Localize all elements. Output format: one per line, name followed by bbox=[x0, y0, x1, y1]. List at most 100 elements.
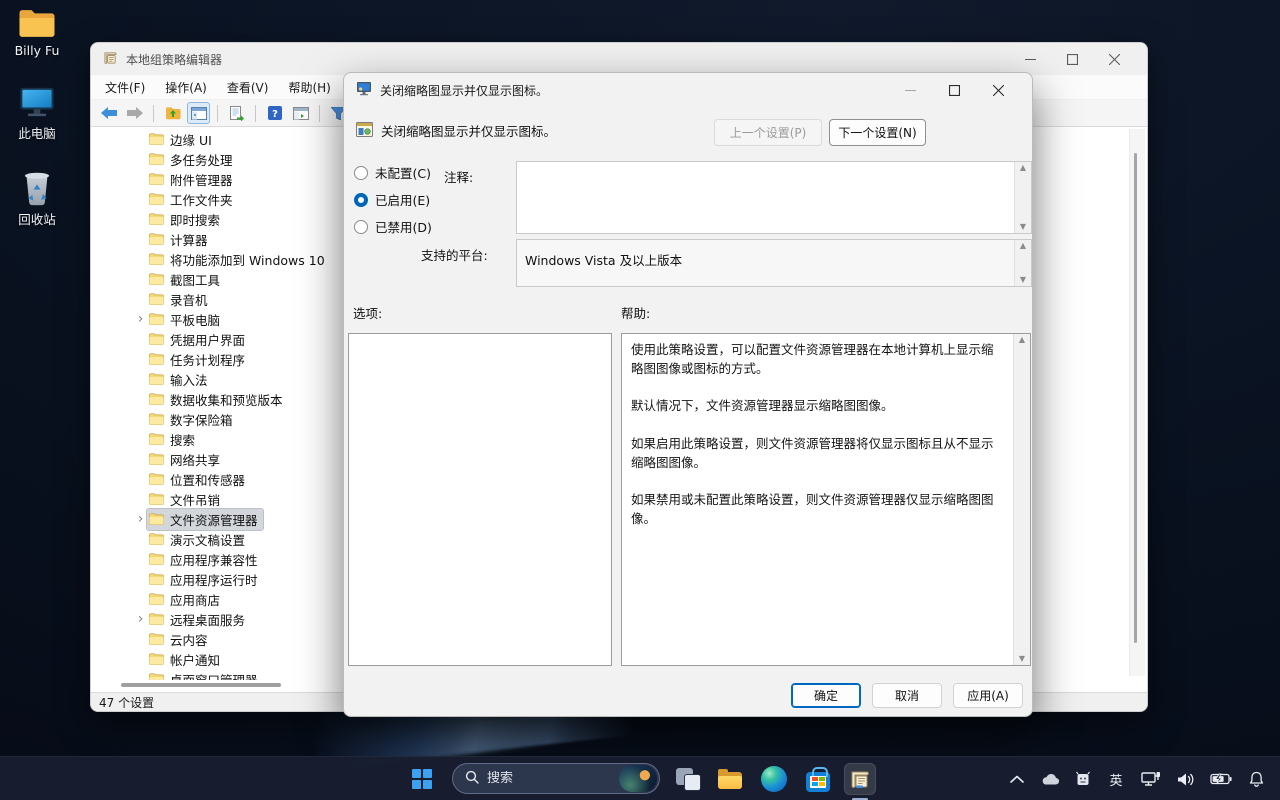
tree-item-label: 凭据用户界面 bbox=[170, 332, 246, 348]
menu-item[interactable]: 文件(F) bbox=[95, 79, 155, 96]
chevron-right-icon[interactable]: › bbox=[134, 612, 147, 626]
tree-item-label: 文件资源管理器 bbox=[170, 512, 258, 528]
this-pc-icon bbox=[17, 84, 57, 120]
store-icon[interactable] bbox=[802, 763, 834, 795]
radio-icon bbox=[354, 165, 368, 180]
back-icon[interactable] bbox=[97, 102, 120, 124]
radio-option[interactable]: 已启用(E) bbox=[354, 190, 432, 209]
help-icon[interactable]: ? bbox=[263, 102, 286, 124]
settings-pane-scrollbar-track[interactable] bbox=[1129, 129, 1145, 676]
desktop-icon-label: Billy Fu bbox=[14, 43, 60, 58]
close-button[interactable] bbox=[1093, 43, 1135, 75]
export-list-icon[interactable] bbox=[225, 102, 248, 124]
scroll-down-icon[interactable]: ▼ bbox=[1019, 655, 1025, 663]
chevron-right-icon[interactable]: › bbox=[134, 512, 147, 526]
folder-icon bbox=[149, 533, 164, 545]
platform-scrollbar[interactable]: ▲ ▼ bbox=[1014, 240, 1031, 286]
scroll-up-icon[interactable]: ▲ bbox=[1019, 336, 1025, 344]
dialog-maximize-button[interactable] bbox=[932, 73, 976, 107]
chevron-right-icon[interactable]: › bbox=[134, 312, 147, 326]
volume-icon[interactable] bbox=[1176, 767, 1196, 791]
radio-label: 已禁用(D) bbox=[375, 220, 432, 235]
search-input[interactable] bbox=[487, 771, 611, 786]
help-label: 帮助: bbox=[621, 306, 651, 321]
tree-item-label: 平板电脑 bbox=[170, 312, 221, 328]
radio-option[interactable]: 未配置(C) bbox=[354, 163, 432, 182]
ime-language-indicator[interactable]: 英 bbox=[1106, 767, 1126, 791]
onedrive-cloud-icon[interactable] bbox=[1040, 767, 1060, 791]
scroll-up-icon[interactable]: ▲ bbox=[1020, 242, 1026, 250]
tree-item-label: 远程桌面服务 bbox=[170, 612, 246, 628]
gpedit-taskbar-icon[interactable] bbox=[844, 763, 876, 795]
user-folder-icon bbox=[17, 6, 57, 40]
network-icon[interactable] bbox=[1139, 767, 1163, 791]
help-scrollbar[interactable]: ▲ ▼ bbox=[1013, 334, 1030, 665]
next-setting-button[interactable]: 下一个设置(N) bbox=[829, 119, 926, 146]
supported-platform-box: Windows Vista 及以上版本 ▲ ▼ bbox=[516, 239, 1032, 287]
file-explorer-icon[interactable] bbox=[714, 763, 746, 795]
folder-icon bbox=[149, 453, 164, 465]
action-pane-icon[interactable] bbox=[289, 102, 312, 124]
scroll-up-icon[interactable]: ▲ bbox=[1020, 164, 1026, 172]
search-box[interactable] bbox=[452, 763, 660, 794]
radio-option[interactable]: 已禁用(D) bbox=[354, 217, 432, 236]
task-view-icon[interactable] bbox=[672, 763, 704, 795]
cancel-button[interactable]: 取消 bbox=[872, 683, 942, 708]
folder-icon bbox=[149, 633, 164, 645]
dialog-minimize-button bbox=[888, 73, 932, 107]
comment-textarea[interactable] bbox=[517, 162, 1014, 233]
desktop-icon-billy-fu[interactable]: Billy Fu bbox=[0, 6, 76, 58]
policy-setting-dialog: 关闭缩略图显示并仅显示图标。 关闭缩略图显示并仅显示图标。 上一个设置(P) 下… bbox=[343, 72, 1033, 717]
dialog-title: 关闭缩略图显示并仅显示图标。 bbox=[380, 83, 549, 98]
settings-pane-scrollbar-thumb[interactable] bbox=[1134, 153, 1137, 643]
help-panel: 使用此策略设置，可以配置文件资源管理器在本地计算机上显示缩略图图像或图标的方式。… bbox=[621, 333, 1031, 666]
desktop-icon-label: 回收站 bbox=[18, 212, 56, 227]
folder-icon bbox=[149, 253, 164, 265]
bell-icon[interactable] bbox=[1246, 767, 1266, 791]
chevron-up-icon[interactable] bbox=[1007, 767, 1027, 791]
tree-item-label: 输入法 bbox=[170, 372, 208, 388]
tree-item-label: 应用程序运行时 bbox=[170, 572, 258, 588]
desktop: Billy Fu 此电脑 回收站 本地组策略编辑器 文件(F) 操作(A) 查看(V… bbox=[0, 0, 1280, 800]
tree-item-label: 附件管理器 bbox=[170, 172, 233, 188]
battery-icon[interactable] bbox=[1209, 767, 1233, 791]
desktop-icon-this-pc[interactable]: 此电脑 bbox=[0, 84, 76, 142]
minimize-button[interactable] bbox=[1009, 43, 1051, 75]
up-level-icon[interactable] bbox=[161, 102, 184, 124]
maximize-button[interactable] bbox=[1051, 43, 1093, 75]
help-text: 使用此策略设置，可以配置文件资源管理器在本地计算机上显示缩略图图像或图标的方式。… bbox=[631, 342, 994, 526]
folder-icon bbox=[149, 173, 164, 185]
forward-icon[interactable] bbox=[123, 102, 146, 124]
ime-toolbox-icon[interactable] bbox=[1073, 767, 1093, 791]
folder-icon bbox=[149, 153, 164, 165]
tree-item-label: 计算器 bbox=[170, 232, 208, 248]
search-highlight-image[interactable] bbox=[619, 765, 657, 792]
start-icon[interactable] bbox=[402, 759, 442, 799]
tree-item-label: 位置和传感器 bbox=[170, 472, 246, 488]
dialog-titlebar[interactable]: 关闭缩略图显示并仅显示图标。 bbox=[344, 73, 1032, 107]
comment-scrollbar[interactable]: ▲ ▼ bbox=[1014, 162, 1031, 233]
tree-item-label: 数字保险箱 bbox=[170, 412, 233, 428]
console-tree-icon[interactable] bbox=[187, 102, 210, 124]
dialog-close-button[interactable] bbox=[976, 73, 1020, 107]
scroll-down-icon[interactable]: ▼ bbox=[1020, 276, 1026, 284]
menu-item[interactable]: 帮助(H) bbox=[278, 79, 340, 96]
ok-button[interactable]: 确定 bbox=[791, 683, 861, 708]
toolbar-separator bbox=[153, 104, 154, 122]
folder-icon bbox=[149, 413, 164, 425]
supported-platform-label: 支持的平台: bbox=[421, 248, 488, 263]
scroll-down-icon[interactable]: ▼ bbox=[1020, 223, 1026, 231]
folder-icon bbox=[149, 553, 164, 565]
tree-item-label: 应用商店 bbox=[170, 592, 221, 608]
tree-item-label: 录音机 bbox=[170, 292, 208, 308]
menu-item[interactable]: 查看(V) bbox=[217, 79, 279, 96]
menu-item[interactable]: 操作(A) bbox=[155, 79, 217, 96]
tree-item-label: 将功能添加到 Windows 10 bbox=[170, 252, 325, 268]
apply-button[interactable]: 应用(A) bbox=[953, 683, 1023, 708]
tree-item-label: 截图工具 bbox=[170, 272, 221, 288]
window-titlebar[interactable]: 本地组策略编辑器 bbox=[91, 43, 1147, 75]
tree-horizontal-scrollbar-thumb[interactable] bbox=[121, 683, 281, 687]
folder-icon bbox=[149, 653, 164, 665]
edge-icon[interactable] bbox=[758, 763, 790, 795]
desktop-icon-recycle-bin[interactable]: 回收站 bbox=[0, 168, 76, 228]
